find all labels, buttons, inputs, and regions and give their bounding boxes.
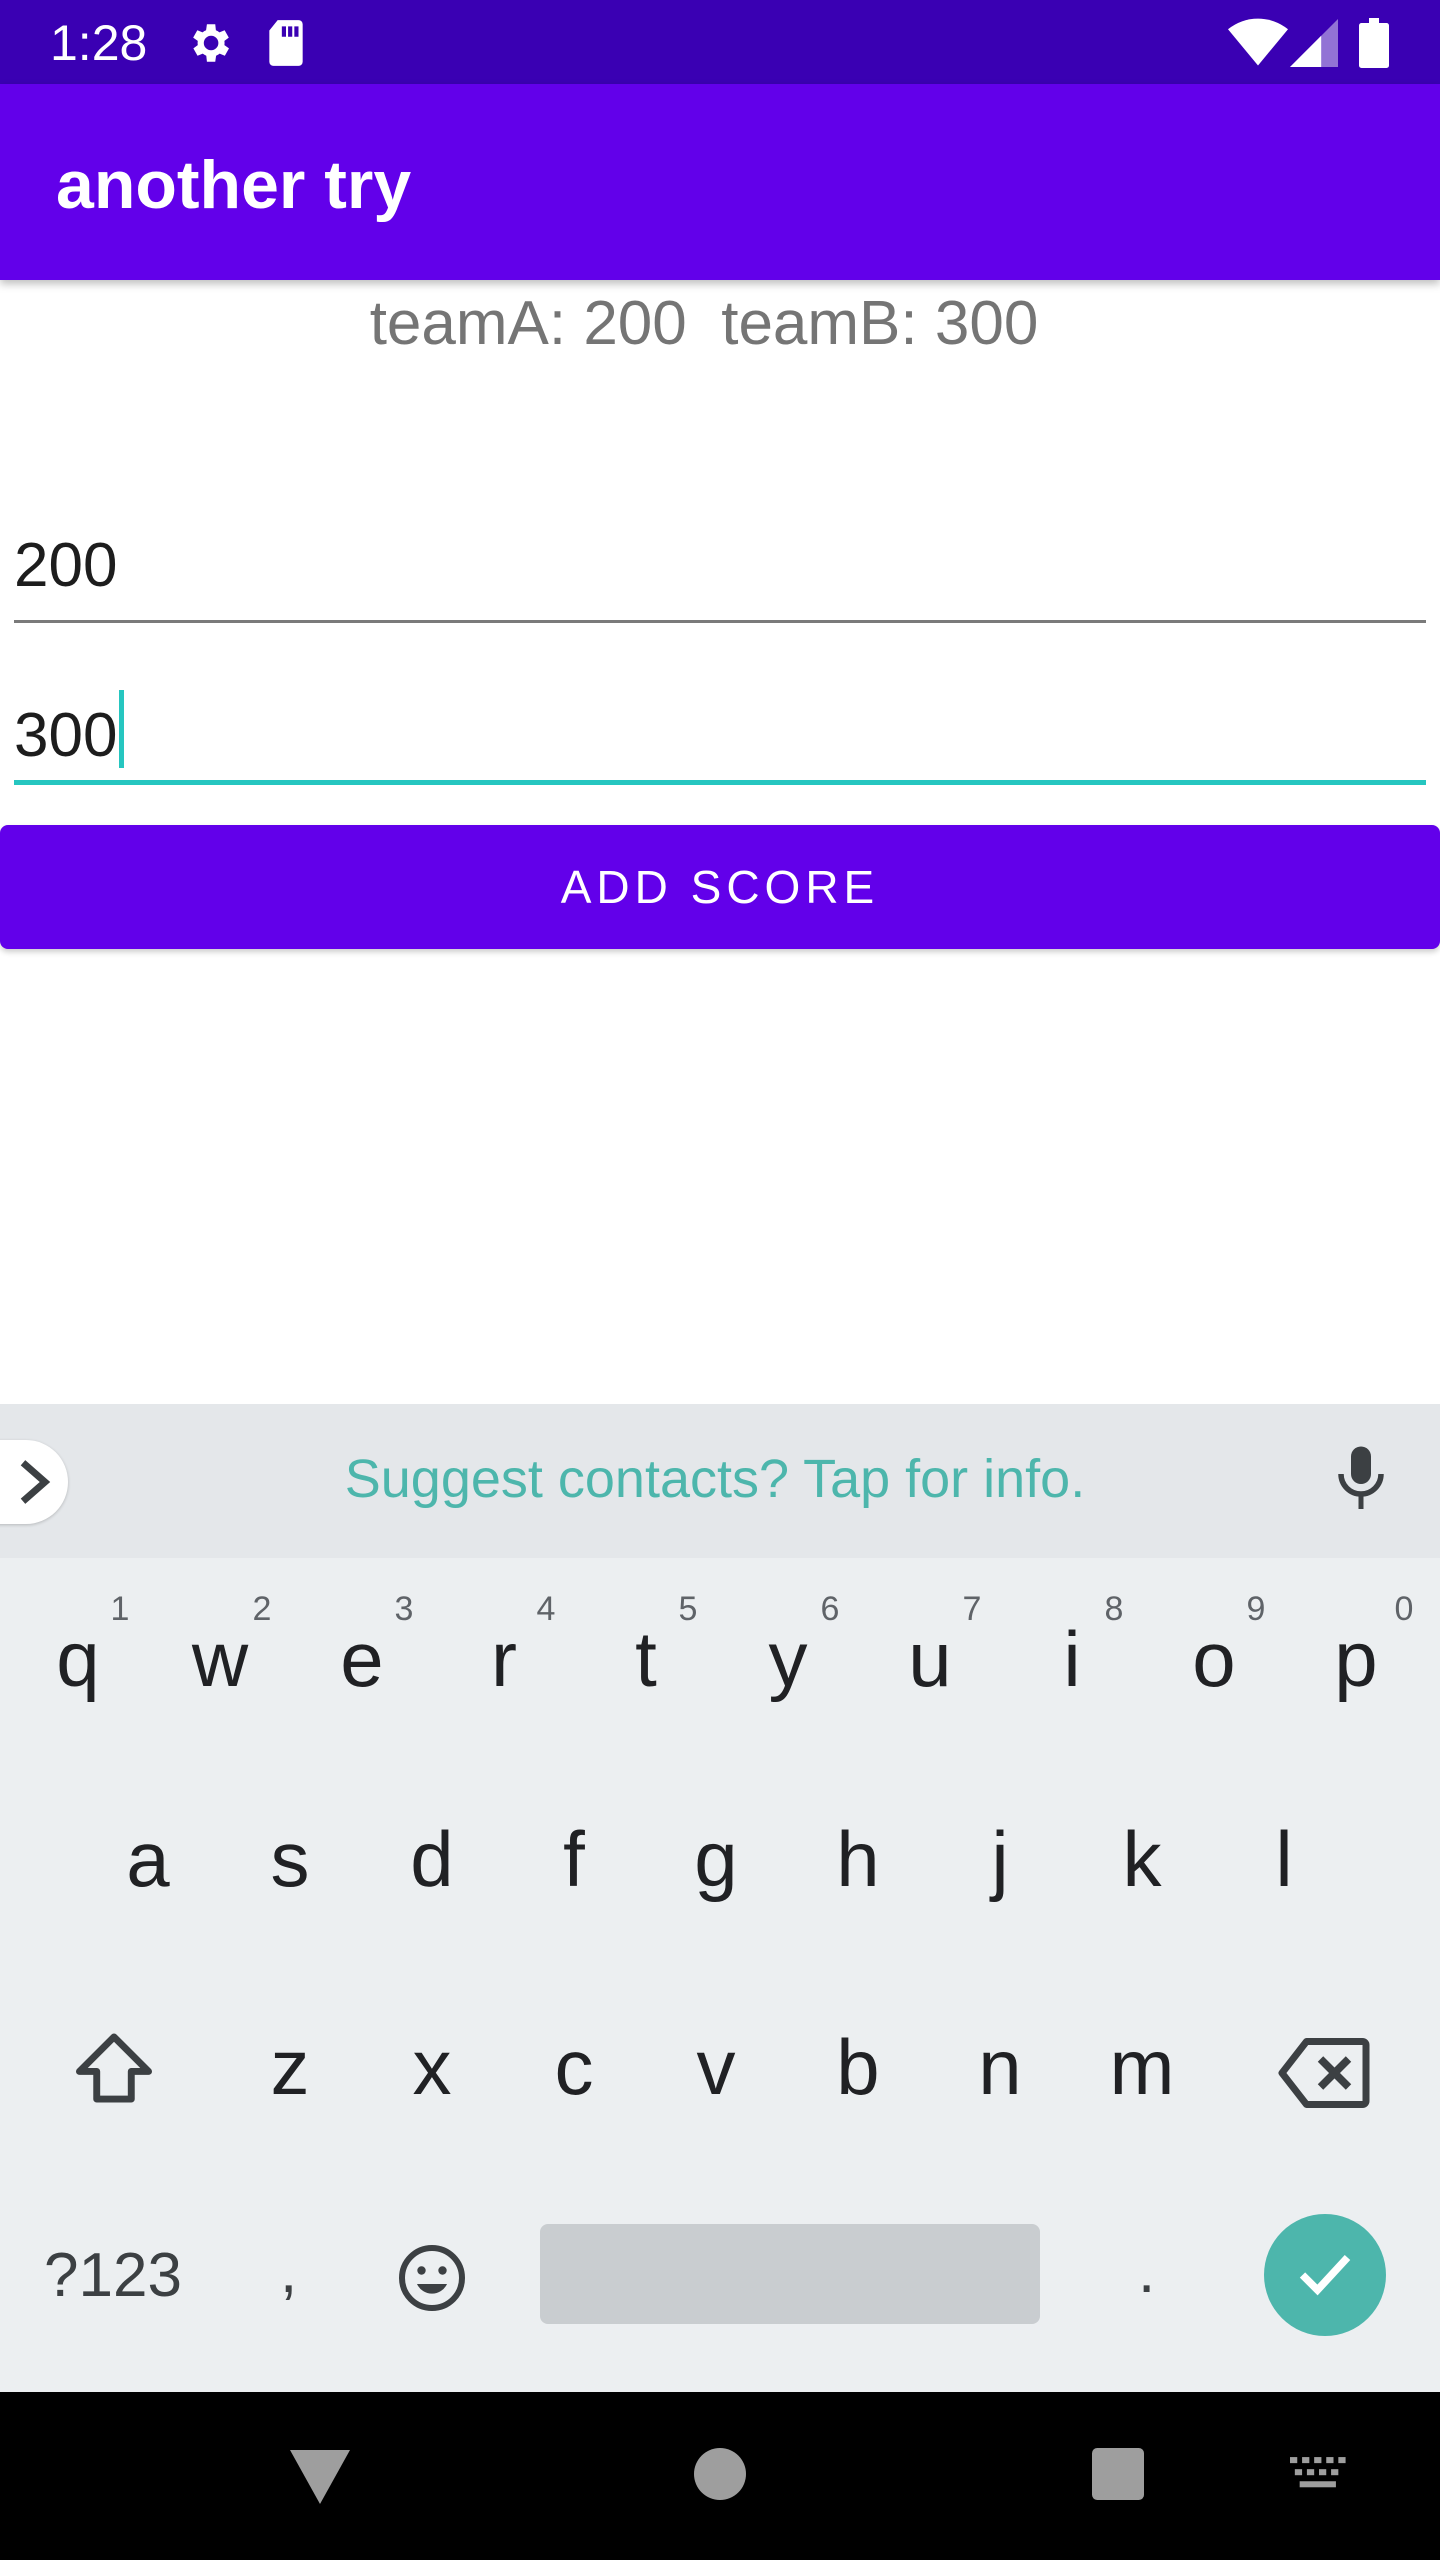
key-b[interactable]: b bbox=[798, 2022, 918, 2113]
key-h[interactable]: h bbox=[798, 1814, 918, 1905]
space-key[interactable] bbox=[540, 2224, 1040, 2324]
battery-icon bbox=[1358, 18, 1390, 73]
team-b-score-input[interactable]: 300 bbox=[14, 680, 1426, 785]
hint-7: 7 bbox=[962, 1590, 982, 1628]
key-f[interactable]: f bbox=[514, 1814, 634, 1905]
key-l[interactable]: l bbox=[1224, 1814, 1344, 1905]
hint-9: 9 bbox=[1246, 1590, 1266, 1628]
keyboard-switch-icon[interactable] bbox=[1290, 2456, 1348, 2497]
key-x[interactable]: x bbox=[372, 2022, 492, 2113]
team-a-score-value: 200 bbox=[14, 531, 118, 600]
recents-icon[interactable] bbox=[1092, 2448, 1144, 2505]
hint-6: 6 bbox=[820, 1590, 840, 1628]
text-cursor bbox=[119, 690, 125, 768]
team-b-score-value: 300 bbox=[14, 701, 118, 770]
signal-icon bbox=[1290, 18, 1338, 73]
team-a-score-input[interactable]: 200 bbox=[14, 520, 1426, 623]
suggestion-bar: Suggest contacts? Tap for info. bbox=[0, 1404, 1440, 1558]
score-display: teamA: 200 teamB: 300 bbox=[369, 289, 1039, 358]
hint-8: 8 bbox=[1104, 1590, 1124, 1628]
hint-5: 5 bbox=[678, 1590, 698, 1628]
symbols-key[interactable]: ?123 bbox=[44, 2240, 182, 2311]
emoji-icon[interactable] bbox=[396, 2242, 468, 2319]
suggest-contacts-text[interactable]: Suggest contacts? Tap for info. bbox=[0, 1448, 1430, 1510]
sd-card-icon bbox=[264, 18, 308, 73]
status-bar: 1:28 bbox=[0, 0, 1440, 84]
comma-key[interactable]: , bbox=[280, 2236, 297, 2307]
settings-icon bbox=[184, 18, 234, 73]
key-m[interactable]: m bbox=[1082, 2022, 1202, 2113]
key-j[interactable]: j bbox=[940, 1814, 1060, 1905]
backspace-icon[interactable] bbox=[1278, 2038, 1370, 2113]
key-s[interactable]: s bbox=[230, 1814, 350, 1905]
mic-icon[interactable] bbox=[1336, 1446, 1386, 1517]
soft-keyboard: Suggest contacts? Tap for info. q w e r … bbox=[0, 1404, 1440, 2392]
back-icon[interactable] bbox=[290, 2450, 350, 2509]
hint-0: 0 bbox=[1394, 1590, 1414, 1628]
check-icon bbox=[1299, 2254, 1351, 2296]
home-icon[interactable] bbox=[694, 2448, 746, 2505]
hint-3: 3 bbox=[394, 1590, 414, 1628]
status-time: 1:28 bbox=[50, 15, 148, 71]
key-g[interactable]: g bbox=[656, 1814, 776, 1905]
key-d[interactable]: d bbox=[372, 1814, 492, 1905]
app-bar: another try bbox=[0, 84, 1440, 280]
add-score-button[interactable]: ADD SCORE bbox=[0, 825, 1440, 949]
hint-2: 2 bbox=[252, 1590, 272, 1628]
key-z[interactable]: z bbox=[230, 2022, 350, 2113]
navigation-bar bbox=[0, 2392, 1440, 2560]
key-n[interactable]: n bbox=[940, 2022, 1060, 2113]
hint-1: 1 bbox=[110, 1590, 130, 1628]
app-title: another try bbox=[56, 147, 412, 223]
key-v[interactable]: v bbox=[656, 2022, 776, 2113]
hint-4: 4 bbox=[536, 1590, 556, 1628]
key-a[interactable]: a bbox=[88, 1814, 208, 1905]
shift-icon[interactable] bbox=[72, 2030, 156, 2111]
key-c[interactable]: c bbox=[514, 2022, 634, 2113]
enter-key[interactable] bbox=[1264, 2214, 1386, 2336]
period-key[interactable]: . bbox=[1138, 2236, 1155, 2307]
key-k[interactable]: k bbox=[1082, 1814, 1202, 1905]
wifi-icon bbox=[1228, 18, 1288, 73]
